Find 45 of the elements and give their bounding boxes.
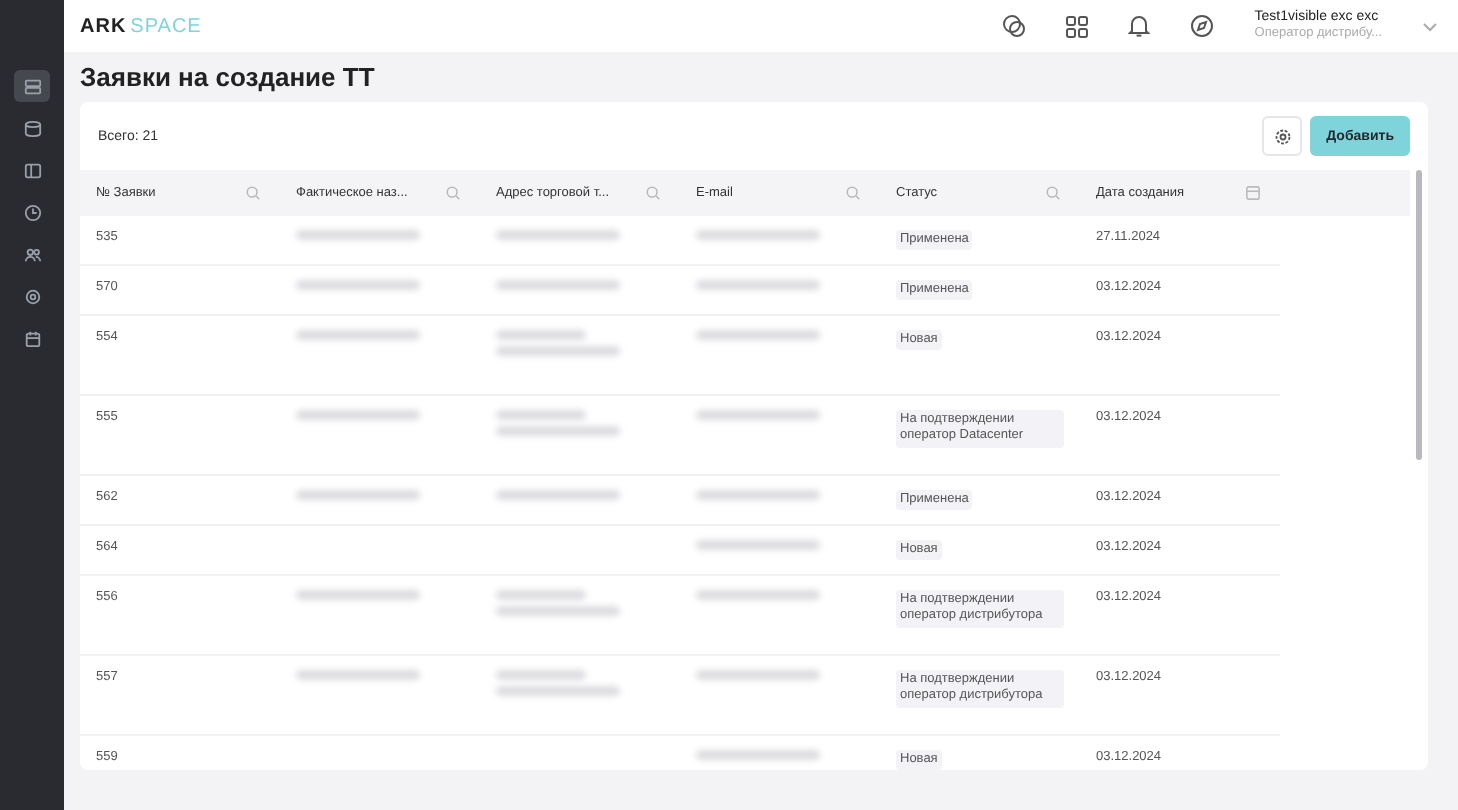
people-icon[interactable] [23, 245, 41, 263]
settings-button[interactable] [1262, 116, 1303, 156]
blurred-text [696, 750, 820, 760]
blurred-text [696, 670, 820, 680]
blurred-text [496, 590, 586, 600]
blurred-text [296, 230, 420, 240]
blurred-text [496, 330, 586, 340]
logo-text: SPACE [130, 15, 202, 37]
scrollbar[interactable] [1416, 170, 1422, 460]
blurred-text [496, 230, 620, 240]
blurred-text [496, 686, 620, 696]
settings-icon [1273, 127, 1292, 145]
chat-icon[interactable] [1002, 14, 1027, 38]
blurred-text [696, 280, 820, 290]
blurred-text [296, 490, 420, 500]
blurred-text [496, 670, 586, 680]
list-icon[interactable] [23, 77, 41, 95]
sidebar-item[interactable] [14, 70, 50, 102]
blurred-text [696, 230, 820, 240]
blurred-text [296, 670, 420, 680]
clock-icon[interactable] [23, 203, 41, 221]
blurred-text [296, 410, 420, 420]
grid-icon[interactable] [1066, 15, 1089, 37]
blurred-text [496, 280, 620, 290]
blurred-text [496, 410, 586, 420]
panel-icon[interactable] [23, 161, 41, 179]
blurred-text [496, 606, 620, 616]
compass-icon[interactable] [1190, 14, 1215, 38]
blurred-text [296, 330, 420, 340]
blurred-text [296, 280, 420, 290]
database-icon[interactable] [23, 119, 41, 137]
blurred-text [496, 490, 620, 500]
target-icon[interactable] [23, 287, 41, 305]
bell-icon[interactable] [1128, 14, 1151, 38]
blurred-text [496, 426, 620, 436]
calendar-icon[interactable] [23, 329, 41, 347]
blurred-text [296, 590, 420, 600]
blurred-text [696, 590, 820, 600]
blurred-text [496, 346, 620, 356]
logo-text: ARK [80, 15, 127, 37]
blurred-text [696, 410, 820, 420]
blurred-text [696, 540, 820, 550]
page-title: Заявки на создание ТТ [80, 62, 377, 92]
blurred-text [696, 330, 820, 340]
blurred-text [696, 490, 820, 500]
